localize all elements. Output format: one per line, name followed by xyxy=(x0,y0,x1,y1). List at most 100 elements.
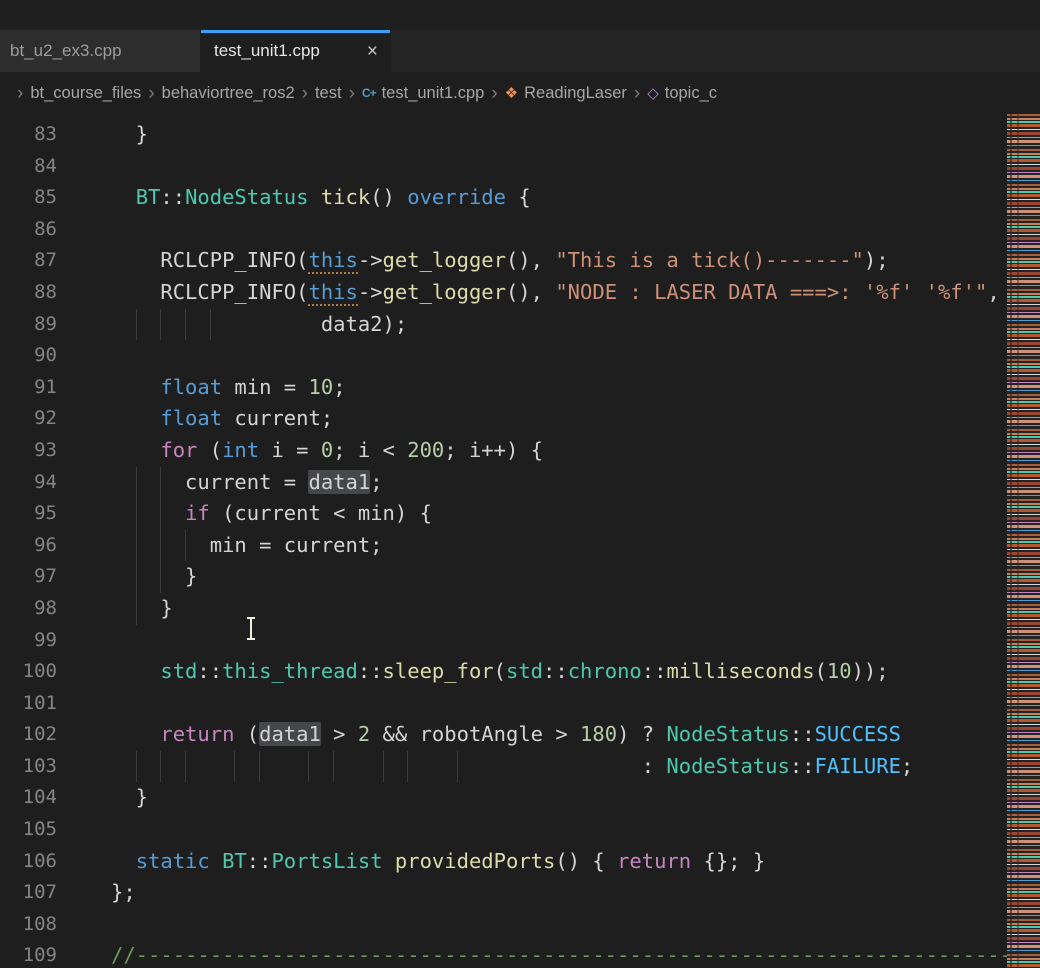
code-line[interactable]: 87 RCLCPP_INFO(this->get_logger(), "This… xyxy=(0,245,1007,277)
line-number[interactable]: 107 xyxy=(0,877,57,909)
code-line[interactable]: 97 } xyxy=(0,561,1007,593)
code-editor[interactable]: 83 }8485 BT::NodeStatus tick() override … xyxy=(0,114,1040,968)
line-number[interactable]: 101 xyxy=(0,688,57,720)
line-number[interactable]: 90 xyxy=(0,340,57,372)
line-number[interactable]: 100 xyxy=(0,656,57,688)
code-line[interactable]: 108 xyxy=(0,909,1007,941)
code-token: : xyxy=(111,754,666,778)
breadcrumb-label: behaviortree_ros2 xyxy=(162,84,295,103)
tab-bt-u2-ex3-cpp[interactable]: bt_u2_ex3.cpp xyxy=(0,30,201,72)
line-number[interactable]: 105 xyxy=(0,814,57,846)
code-token: ; xyxy=(333,375,345,399)
line-number[interactable]: 89 xyxy=(0,309,57,341)
code-line[interactable]: 96 min = current; xyxy=(0,530,1007,562)
code-line[interactable]: 84 xyxy=(0,151,1007,183)
line-number[interactable]: 102 xyxy=(0,719,57,751)
line-content: : NodeStatus::FAILURE; xyxy=(111,751,913,783)
code-token: tick xyxy=(321,185,370,209)
code-line[interactable]: 86 xyxy=(0,214,1007,246)
line-number[interactable]: 84 xyxy=(0,151,57,183)
line-number[interactable]: 91 xyxy=(0,372,57,404)
code-line[interactable]: 103 : NodeStatus::FAILURE; xyxy=(0,751,1007,783)
line-number[interactable]: 98 xyxy=(0,593,57,625)
code-token: :: xyxy=(247,849,272,873)
line-content: } xyxy=(111,561,197,593)
code-line[interactable]: 105 xyxy=(0,814,1007,846)
indent-guide-line xyxy=(234,751,235,783)
line-number[interactable]: 109 xyxy=(0,940,57,968)
breadcrumb-item-readinglaser[interactable]: ❖ ReadingLaser xyxy=(505,84,627,103)
indent-guide-line xyxy=(136,561,137,593)
line-number[interactable]: 86 xyxy=(0,214,57,246)
line-number[interactable]: 108 xyxy=(0,909,57,941)
code-token: 200 xyxy=(407,438,444,462)
code-token: :: xyxy=(197,659,222,683)
code-token xyxy=(111,185,136,209)
code-line[interactable]: 99 xyxy=(0,625,1007,657)
method-symbol-icon: ◇ xyxy=(647,86,659,101)
breadcrumb-item-behaviortree-ros2[interactable]: behaviortree_ros2 xyxy=(162,84,295,103)
minimap[interactable] xyxy=(1007,114,1040,968)
code-line[interactable]: 104 } xyxy=(0,782,1007,814)
line-number[interactable]: 95 xyxy=(0,498,57,530)
line-number[interactable]: 93 xyxy=(0,435,57,467)
code-line[interactable]: 98 } xyxy=(0,593,1007,625)
code-token: } xyxy=(111,596,173,620)
code-line[interactable]: 95 if (current < min) { xyxy=(0,498,1007,530)
line-content: float min = 10; xyxy=(111,372,346,404)
breadcrumb-item-test[interactable]: test xyxy=(315,84,342,103)
breadcrumb-item-bt-course-files[interactable]: bt_course_files xyxy=(30,84,141,103)
class-symbol-icon: ❖ xyxy=(505,86,518,101)
indent-guide-line xyxy=(160,309,161,341)
breadcrumb-item-topic[interactable]: ◇ topic_c xyxy=(647,84,717,103)
line-number[interactable]: 87 xyxy=(0,245,57,277)
code-line[interactable]: 107}; xyxy=(0,877,1007,909)
code-token: } xyxy=(111,122,148,146)
line-number[interactable]: 92 xyxy=(0,403,57,435)
tab-label: bt_u2_ex3.cpp xyxy=(10,41,122,61)
line-content: }; xyxy=(111,877,136,909)
line-number[interactable]: 103 xyxy=(0,751,57,783)
code-token: )); xyxy=(852,659,889,683)
line-number[interactable]: 94 xyxy=(0,467,57,499)
line-number[interactable]: 88 xyxy=(0,277,57,309)
indent-guide-line xyxy=(136,530,137,562)
code-line[interactable]: 92 float current; xyxy=(0,403,1007,435)
code-token: 0 xyxy=(321,438,333,462)
code-line[interactable]: 100 std::this_thread::sleep_for(std::chr… xyxy=(0,656,1007,688)
code-token: return xyxy=(160,722,234,746)
code-token: std xyxy=(506,659,543,683)
code-line[interactable]: 83 } xyxy=(0,119,1007,151)
tab-test-unit1-cpp[interactable]: test_unit1.cpp × xyxy=(201,30,391,72)
code-token: this_thread xyxy=(222,659,358,683)
indent-guide-line xyxy=(308,751,309,783)
close-icon[interactable]: × xyxy=(367,42,378,61)
line-number[interactable]: 96 xyxy=(0,530,57,562)
code-line[interactable]: 91 float min = 10; xyxy=(0,372,1007,404)
code-line[interactable]: 89 data2); xyxy=(0,309,1007,341)
line-number[interactable]: 104 xyxy=(0,782,57,814)
indent-guide-line xyxy=(185,309,186,341)
code-line[interactable]: 94 current = data1; xyxy=(0,467,1007,499)
indent-guide-line xyxy=(136,751,137,783)
line-number[interactable]: 83 xyxy=(0,119,57,151)
code-line[interactable]: 88 RCLCPP_INFO(this->get_logger(), "NODE… xyxy=(0,277,1007,309)
code-line[interactable]: 109//-----------------------------------… xyxy=(0,940,1007,968)
code-token: ; i < xyxy=(333,438,407,462)
code-token: NodeStatus xyxy=(666,722,789,746)
breadcrumb-item-test-unit1-cpp[interactable]: C+ test_unit1.cpp xyxy=(362,84,484,103)
code-line[interactable]: 102 return (data1 > 2 && robotAngle > 18… xyxy=(0,719,1007,751)
line-number[interactable]: 85 xyxy=(0,182,57,214)
code-line[interactable]: 106 static BT::PortsList providedPorts()… xyxy=(0,846,1007,878)
code-line[interactable]: 101 xyxy=(0,688,1007,720)
code-token xyxy=(210,849,222,873)
code-line[interactable]: 85 BT::NodeStatus tick() override { xyxy=(0,182,1007,214)
code-token xyxy=(111,375,160,399)
code-line[interactable]: 90 xyxy=(0,340,1007,372)
code-line[interactable]: 93 for (int i = 0; i < 200; i++) { xyxy=(0,435,1007,467)
line-number[interactable]: 97 xyxy=(0,561,57,593)
line-number[interactable]: 99 xyxy=(0,625,57,657)
code-token: :: xyxy=(358,659,383,683)
code-token: 10 xyxy=(827,659,852,683)
line-number[interactable]: 106 xyxy=(0,846,57,878)
